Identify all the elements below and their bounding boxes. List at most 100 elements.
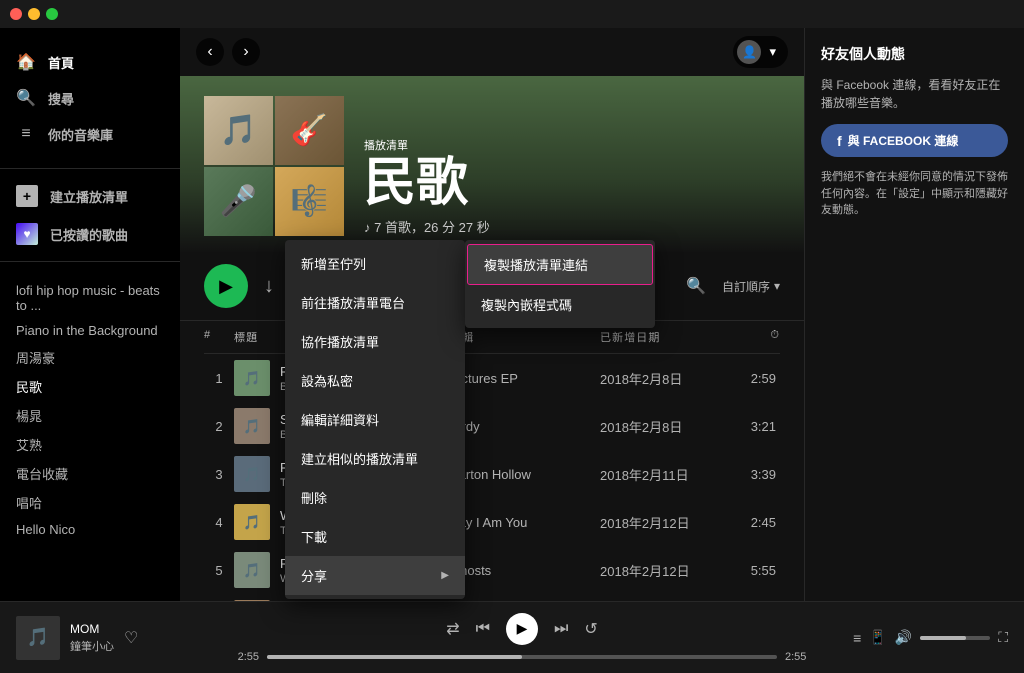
- sidebar-zhou-label: 周湯豪: [16, 348, 55, 367]
- track-date: 2018年2月12日: [600, 513, 720, 532]
- download-button[interactable]: ↓: [264, 275, 274, 298]
- sidebar-nav: 🏠 首頁 🔍 搜尋 ≡ 你的音樂庫: [0, 28, 180, 160]
- now-thumb: 🎵: [16, 616, 60, 660]
- sidebar-item-yang[interactable]: 楊晁: [0, 401, 180, 430]
- prev-button[interactable]: ⏮: [476, 620, 490, 638]
- devices-button[interactable]: 📱: [869, 629, 886, 646]
- custom-order-button[interactable]: 自訂順序 ▾: [722, 278, 780, 295]
- create-playlist-label: 建立播放清單: [50, 187, 128, 206]
- ctx-download[interactable]: 下載: [285, 517, 465, 556]
- fb-connect-label: 與 FACEBOOK 連線: [848, 132, 959, 149]
- queue-button[interactable]: ≡: [853, 630, 861, 646]
- sidebar-ai-label: 艾熟: [16, 435, 42, 454]
- shuffle-button[interactable]: ⇄: [446, 619, 459, 639]
- right-panel: 好友個人動態 與 Facebook 連線，看看好友正在播放哪些音樂。 f 與 F…: [804, 28, 1024, 601]
- ctx-edit[interactable]: 編輯詳細資料: [285, 400, 465, 439]
- play-pause-icon: ▶: [517, 620, 528, 637]
- play-pause-button[interactable]: ▶: [506, 613, 538, 645]
- sidebar-item-piano[interactable]: Piano in the Background: [0, 318, 180, 343]
- sidebar: 🏠 首頁 🔍 搜尋 ≡ 你的音樂庫 + 建立播放清單 ♥ 已按讚的歌曲 lofi…: [0, 28, 180, 601]
- heart-icon: ♥: [16, 223, 38, 245]
- ctx-share[interactable]: 分享 ▶: [285, 556, 465, 595]
- submenu[interactable]: 複製播放清單連結 複製內嵌程式碼: [465, 240, 655, 328]
- sidebar-item-folk[interactable]: 民歌: [0, 372, 180, 401]
- col-num: #: [204, 329, 234, 345]
- create-playlist-action[interactable]: + 建立播放清單: [0, 177, 180, 215]
- ctx-go-radio[interactable]: 前往播放清單電台: [285, 283, 465, 322]
- bottom-player: 🎵 MOM 鐘筆小心 ♡ ⇄ ⏮ ▶ ⏭ ↺ 2:55: [0, 601, 1024, 673]
- track-date: 2018年2月12日: [600, 561, 720, 580]
- sidebar-item-sing[interactable]: 唱哈: [0, 488, 180, 517]
- sidebar-folk-label: 民歌: [16, 377, 42, 396]
- col-duration: ⏱: [720, 329, 780, 345]
- search-icon: 🔍: [686, 278, 706, 295]
- ctx-private[interactable]: 設為私密: [285, 361, 465, 400]
- minimize-button[interactable]: [28, 8, 40, 20]
- play-button[interactable]: ▶: [204, 264, 248, 308]
- repeat-icon: ↺: [584, 621, 597, 638]
- library-icon: ≡: [16, 124, 36, 144]
- playlist-cover-row: 播放清單 民歌 ♪ 7 首歌，26 分 27 秒: [204, 96, 780, 236]
- ctx-collab-label: 協作播放清單: [301, 332, 379, 351]
- sidebar-yang-label: 楊晁: [16, 406, 42, 425]
- sidebar-item-library[interactable]: ≡ 你的音樂庫: [0, 116, 180, 152]
- volume-bar[interactable]: [920, 636, 990, 640]
- next-button[interactable]: ⏭: [554, 620, 568, 638]
- sidebar-library-label: 你的音樂庫: [48, 125, 113, 144]
- volume-fill: [920, 636, 966, 640]
- download-icon: ↓: [264, 275, 274, 298]
- context-menu[interactable]: 新增至佇列 前往播放清單電台 協作播放清單 設為私密 編輯詳細資料 建立相似的播…: [285, 240, 465, 599]
- play-icon: ▶: [219, 276, 233, 297]
- sidebar-item-home[interactable]: 🏠 首頁: [0, 44, 180, 80]
- ctx-download-label: 下載: [301, 527, 327, 546]
- ctx-share-label: 分享: [301, 566, 327, 585]
- submenu-copy-embed-label: 複製內嵌程式碼: [481, 298, 572, 313]
- now-artist: 鐘筆小心: [70, 638, 114, 654]
- submenu-copy-embed[interactable]: 複製內嵌程式碼: [465, 285, 655, 324]
- sidebar-item-lofi[interactable]: lofi hip hop music - beats to ...: [0, 278, 180, 318]
- now-title: MOM: [70, 622, 114, 636]
- close-button[interactable]: [10, 8, 22, 20]
- sidebar-item-ai[interactable]: 艾熟: [0, 430, 180, 459]
- track-list: # 標題 專輯 已新增日期 ⏱ 1 🎵 Pictu... Benja... Pi…: [180, 321, 804, 601]
- ctx-delete[interactable]: 刪除: [285, 478, 465, 517]
- forward-button[interactable]: ›: [232, 38, 260, 66]
- volume-button[interactable]: 🔊: [895, 629, 912, 646]
- col-album: 專輯: [450, 329, 600, 345]
- submenu-copy-link[interactable]: 複製播放清單連結: [467, 244, 653, 285]
- cover-cell-2: [275, 96, 344, 165]
- repeat-button[interactable]: ↺: [584, 619, 597, 639]
- title-bar: [0, 0, 1024, 28]
- right-panel-desc: 與 Facebook 連線，看看好友正在播放哪些音樂。: [821, 76, 1008, 112]
- sidebar-divider-2: [0, 261, 180, 262]
- fullscreen-button[interactable]: ⛶: [998, 629, 1008, 646]
- track-date: 2018年2月8日: [600, 417, 720, 436]
- back-button[interactable]: ‹: [196, 38, 224, 66]
- fullscreen-button[interactable]: [46, 8, 58, 20]
- top-bar: ‹ › 👤 ▾: [180, 28, 804, 76]
- prev-icon: ⏮: [476, 620, 490, 637]
- sidebar-item-zhou[interactable]: 周湯豪: [0, 343, 180, 372]
- liked-songs-action[interactable]: ♥ 已按讚的歌曲: [0, 215, 180, 253]
- sidebar-library: lofi hip hop music - beats to ... Piano …: [0, 270, 180, 541]
- ctx-add-queue[interactable]: 新增至佇列: [285, 244, 465, 283]
- sidebar-item-hello[interactable]: Hello Nico: [0, 517, 180, 541]
- playlist-meta: ♪ 7 首歌，26 分 27 秒: [364, 217, 490, 236]
- ctx-similar[interactable]: 建立相似的播放清單: [285, 439, 465, 478]
- heart-button[interactable]: ♡: [124, 628, 138, 648]
- progress-track[interactable]: [267, 655, 777, 659]
- facebook-connect-button[interactable]: f 與 FACEBOOK 連線: [821, 124, 1008, 157]
- ctx-collab[interactable]: 協作播放清單: [285, 322, 465, 361]
- track-duration: 2:59: [720, 371, 780, 386]
- sidebar-item-search[interactable]: 🔍 搜尋: [0, 80, 180, 116]
- search-button[interactable]: 🔍: [686, 276, 706, 296]
- liked-songs-label: 已按讚的歌曲: [50, 225, 128, 244]
- user-avatar: 👤: [737, 40, 761, 64]
- ctx-private-label: 設為私密: [301, 371, 353, 390]
- traffic-lights: [10, 8, 58, 20]
- submenu-arrow: ▶: [441, 570, 449, 581]
- user-menu-button[interactable]: 👤 ▾: [733, 36, 788, 68]
- cover-cell-3: [204, 167, 273, 236]
- sidebar-item-radio[interactable]: 電台收藏: [0, 459, 180, 488]
- player-buttons: ⇄ ⏮ ▶ ⏭ ↺: [446, 613, 598, 645]
